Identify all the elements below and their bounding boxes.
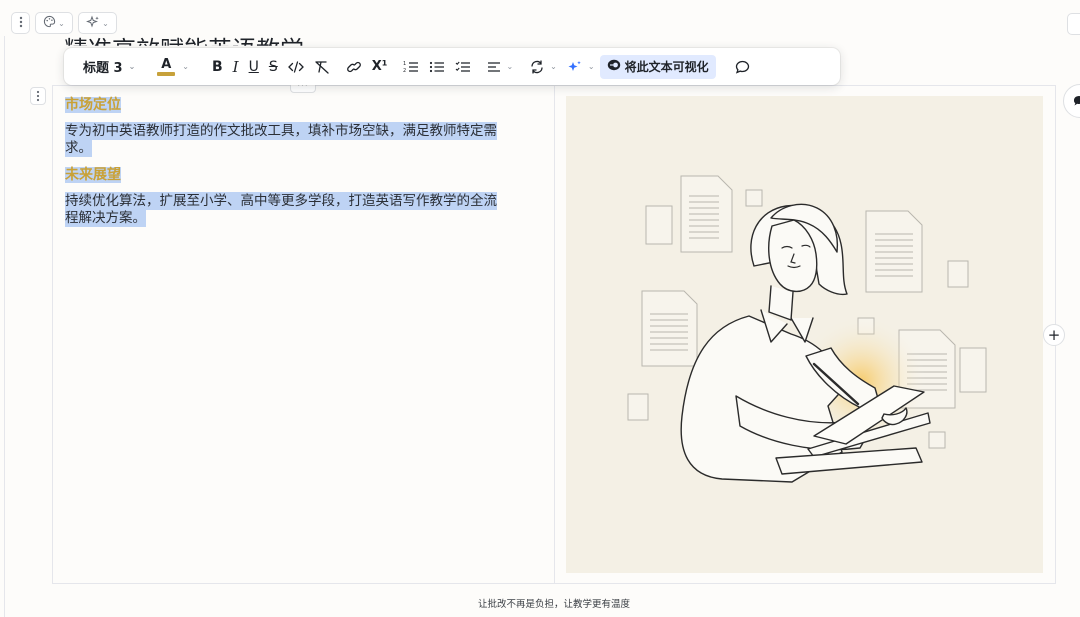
heading-style-label: 标题 3: [83, 61, 123, 76]
bold-button[interactable]: B: [207, 54, 228, 80]
svg-text:2: 2: [403, 68, 406, 74]
paragraph-market-position[interactable]: 专为初中英语教师打造的作文批改工具，填补市场空缺，满足教师特定需 求。: [65, 122, 537, 157]
align-left-icon: [487, 61, 501, 73]
bullet-list-button[interactable]: [424, 54, 450, 80]
inline-code-button[interactable]: [283, 54, 309, 80]
paragraph-future-outlook[interactable]: 持续优化算法，扩展至小学、高中等更多学段，打造英语写作教学的全流 程解决方案。: [65, 192, 537, 227]
superscript-button[interactable]: X¹: [367, 54, 393, 80]
block-menu-button[interactable]: [11, 12, 30, 34]
sparkle-icon: [567, 60, 583, 74]
link-button[interactable]: [341, 54, 367, 80]
code-icon: [287, 60, 304, 73]
palette-icon: [43, 15, 56, 31]
outline-toggle-button[interactable]: [1067, 13, 1080, 35]
teacher-tablet-illustration: [566, 96, 1043, 573]
clear-format-icon: [314, 60, 330, 74]
heading-style-dropdown[interactable]: 标题 3 ⌄: [78, 54, 140, 80]
heading-market-position[interactable]: 市场定位: [65, 94, 537, 115]
paragraph-line: 专为初中英语教师打造的作文批改工具，填补市场空缺，满足教师特定需: [65, 122, 497, 140]
italic-button[interactable]: I: [228, 54, 244, 80]
left-border: [4, 36, 5, 617]
heading-text: 市场定位: [65, 97, 121, 113]
illustration-image[interactable]: [566, 96, 1043, 573]
visualize-label: 将此文本可视化: [624, 60, 709, 74]
floating-comment-button[interactable]: [1063, 84, 1080, 118]
text-color-swatch: [157, 71, 176, 76]
strikethrough-button[interactable]: S: [264, 54, 283, 80]
chevron-down-icon: ⌄: [182, 62, 189, 71]
task-list-button[interactable]: [450, 54, 476, 80]
link-icon: [346, 60, 362, 74]
vertical-dots-icon: [19, 16, 23, 31]
text-color-button[interactable]: A: [154, 54, 178, 80]
convert-icon: [529, 59, 545, 74]
ordered-list-icon: 12: [403, 60, 419, 74]
visualize-text-button[interactable]: 将此文本可视化: [599, 54, 716, 79]
chevron-down-icon: ⌄: [102, 18, 109, 28]
chevron-down-icon: ⌄: [128, 62, 136, 71]
comment-icon: [1073, 92, 1080, 111]
chevron-down-icon: ⌄: [587, 62, 595, 71]
image-caption[interactable]: 让批改不再是负担，让教学更有温度: [0, 596, 1080, 610]
add-column-button[interactable]: +: [1043, 324, 1065, 346]
paragraph-line: 程解决方案。: [65, 208, 146, 227]
heading-future-outlook[interactable]: 未来展望: [65, 164, 537, 185]
visualize-icon: [607, 59, 621, 74]
ai-assist-dropdown[interactable]: ⌄: [562, 54, 600, 80]
sparkle-icon: [86, 15, 100, 32]
format-toolbar: 标题 3 ⌄ A ⌄ B I U S X¹ 12 ⌄ ⌄ ⌄ 将此文本可视化: [64, 48, 840, 85]
grid-column-left[interactable]: 市场定位 专为初中英语教师打造的作文批改工具，填补市场空缺，满足教师特定需 求。…: [65, 94, 537, 234]
plus-icon: +: [1047, 326, 1061, 344]
task-list-icon: [455, 60, 471, 74]
block-drag-handle[interactable]: [30, 87, 46, 105]
underline-button[interactable]: U: [244, 54, 264, 80]
svg-text:1: 1: [403, 61, 406, 67]
clear-format-button[interactable]: [309, 54, 335, 80]
convert-block-dropdown[interactable]: ⌄: [524, 54, 562, 80]
paragraph-line: 求。: [65, 138, 92, 157]
chevron-down-icon: ⌄: [506, 62, 514, 71]
heading-text: 未来展望: [65, 167, 121, 183]
chevron-down-icon: ⌄: [550, 62, 557, 71]
bullet-list-icon: [429, 60, 445, 74]
comment-icon: [735, 60, 750, 74]
ordered-list-button[interactable]: 12: [398, 54, 424, 80]
text-color-dropdown[interactable]: ⌄: [178, 54, 193, 80]
text-color-label: A: [161, 56, 172, 72]
chevron-down-icon: ⌄: [58, 18, 65, 28]
paragraph-line: 持续优化算法，扩展至小学、高中等更多学段，打造英语写作教学的全流: [65, 192, 497, 210]
align-dropdown[interactable]: ⌄: [482, 54, 518, 80]
comment-button[interactable]: [730, 54, 755, 80]
grid-column-divider[interactable]: [554, 85, 555, 584]
